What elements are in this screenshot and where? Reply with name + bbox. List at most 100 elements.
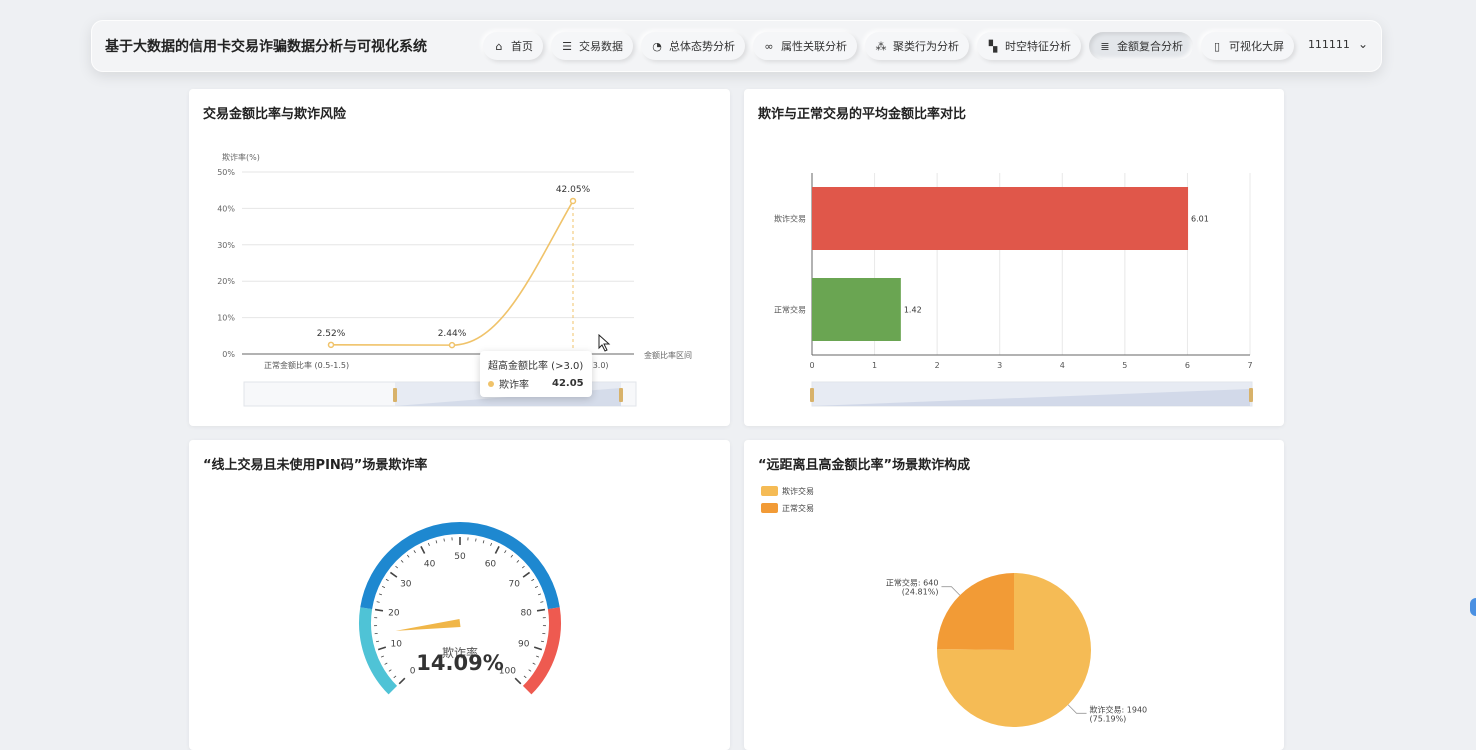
gauge-tick [381, 656, 384, 657]
map-icon: ▚ [987, 40, 999, 53]
panel-fraud-risk-line: 交易金额比率与欺诈风险 欺诈率(%)0%10%20%30%40%50%金额比率区… [189, 89, 730, 426]
gauge-tick [529, 670, 531, 672]
gauge-tick-label: 50 [454, 552, 466, 562]
tooltip-value: 42.05 [552, 378, 584, 389]
series-dot-icon [488, 381, 494, 387]
x-tick-label: 2 [935, 361, 940, 370]
gauge-tick [399, 678, 405, 684]
app-title: 基于大数据的信用卡交易诈骗数据分析与可视化系统 [105, 36, 427, 56]
legend-label: 欺诈交易 [782, 486, 814, 496]
database-icon: ☰ [561, 40, 573, 53]
data-point [329, 342, 334, 347]
gauge-pointer [395, 619, 460, 631]
gauge-tick [536, 656, 539, 657]
x-tick-label: 7 [1247, 361, 1252, 370]
nav-item[interactable]: ▚ 时空特征分析 [977, 32, 1081, 60]
nav-item[interactable]: ≣ 金额复合分析 [1089, 32, 1193, 60]
panel-amount-ratio-bar: 欺诈与正常交易的平均金额比率对比 01234567欺诈交易6.01正常交易1.4… [744, 89, 1284, 426]
y-tick-label: 20% [217, 277, 235, 286]
nav-item[interactable]: ▯ 可视化大屏 [1201, 32, 1294, 60]
pie-chart: 欺诈交易正常交易欺诈交易: 1940(75.19%)正常交易: 640(24.8… [744, 440, 1284, 740]
home-icon: ⌂ [493, 40, 505, 53]
gauge-tick [534, 647, 542, 649]
pie-label: 欺诈交易: 1940 [1090, 704, 1148, 714]
data-label: 6.01 [1191, 215, 1209, 224]
pie-label-percent: (75.19%) [1090, 714, 1127, 723]
gauge-tick [401, 560, 403, 562]
nav-item-label: 可视化大屏 [1229, 38, 1284, 54]
x-tick-label: 正常金额比率 (0.5-1.5) [264, 360, 349, 370]
screen-icon: ▯ [1211, 40, 1223, 53]
nav-item[interactable]: ⌂ 首页 [483, 32, 543, 60]
data-point [571, 198, 576, 203]
tooltip-series: 欺诈率 [499, 376, 529, 391]
gauge-tick [379, 594, 382, 595]
gauge-tick [385, 663, 388, 664]
gauge-tick [533, 663, 536, 664]
nav-item-label: 属性关联分析 [781, 38, 847, 54]
nav-item-label: 时空特征分析 [1005, 38, 1071, 54]
datazoom-handle-left [810, 388, 814, 402]
gauge-tick-label: 0 [410, 666, 416, 676]
user-menu[interactable]: 111111 ⌄ [1308, 37, 1368, 51]
mouse-cursor-icon [598, 334, 612, 352]
chevron-down-icon: ⌄ [1358, 37, 1368, 51]
data-point [450, 343, 455, 348]
gauge-tick [436, 540, 437, 543]
gauge-tick [386, 579, 389, 581]
nav-item-label: 总体态势分析 [669, 38, 735, 54]
coins-icon: ≣ [1099, 40, 1111, 53]
gauge-tick [389, 670, 391, 672]
gauge-tick-label: 30 [400, 580, 412, 590]
gauge-tick [538, 594, 541, 595]
gauge-tick [495, 546, 499, 553]
tooltip-title: 超高金额比率 (>3.0) [488, 357, 584, 372]
x-tick-label: 6 [1185, 361, 1190, 370]
bar [812, 278, 901, 341]
gauge-tick [395, 566, 397, 568]
legend-swatch [761, 486, 778, 496]
side-handle[interactable] [1470, 598, 1476, 616]
gauge-tick [491, 543, 492, 546]
nav-item-label: 金额复合分析 [1117, 38, 1183, 54]
pie-label-line [941, 587, 959, 596]
nav-item[interactable]: ◔ 总体态势分析 [641, 32, 745, 60]
pie-label: 正常交易: 640 [886, 578, 939, 588]
nav-item[interactable]: ☰交易数据 [551, 32, 633, 60]
gauge-tick [517, 560, 519, 562]
pie-label-line [1068, 705, 1086, 714]
gauge-tick [444, 539, 445, 542]
gauge-tick [376, 641, 379, 642]
gauge-tick [531, 579, 534, 581]
gauge-tick [540, 602, 543, 603]
data-label: 2.52% [317, 329, 346, 339]
pie-chart-icon: ◔ [651, 40, 663, 53]
nav-item[interactable]: ∞属性关联分析 [753, 32, 857, 60]
gauge-tick [378, 647, 386, 649]
datazoom-handle-left [393, 388, 397, 402]
data-label: 2.44% [438, 329, 467, 339]
gauge-tick [428, 543, 429, 546]
y-tick-label: 0% [222, 350, 235, 359]
bar-chart: 01234567欺诈交易6.01正常交易1.42 [744, 89, 1284, 426]
panel-online-no-pin-gauge: “线上交易且未使用PIN码”场景欺诈率 01020304050607080901… [189, 440, 730, 750]
gauge-tick [511, 555, 513, 557]
gauge-tick [515, 678, 521, 684]
username: 111111 [1308, 38, 1350, 51]
gauge-chart: 0102030405060708090100欺诈率14.09% [189, 440, 730, 740]
nav-item-label: 首页 [511, 38, 533, 54]
nav-item[interactable]: ⁂聚类行为分析 [865, 32, 969, 60]
gauge-tick [504, 550, 506, 553]
y-tick-label: 正常交易 [774, 305, 806, 315]
chart-tooltip: 超高金额比率 (>3.0) 欺诈率 42.05 [480, 351, 592, 397]
x-tick-label: 0 [809, 361, 814, 370]
gauge-tick [541, 641, 544, 642]
panel-remote-high-amount-pie: “远距离且高金额比率”场景欺诈构成 欺诈交易正常交易欺诈交易: 1940(75.… [744, 440, 1284, 750]
x-tick-label: 5 [1122, 361, 1127, 370]
line-chart: 欺诈率(%)0%10%20%30%40%50%金额比率区间2.52%2.44%4… [189, 89, 730, 426]
gauge-tick-label: 90 [518, 640, 530, 650]
nav-item-label: 聚类行为分析 [893, 38, 959, 54]
gauge-tick [483, 540, 484, 543]
x-axis-label: 金额比率区间 [644, 350, 692, 360]
gauge-tick [407, 555, 409, 557]
